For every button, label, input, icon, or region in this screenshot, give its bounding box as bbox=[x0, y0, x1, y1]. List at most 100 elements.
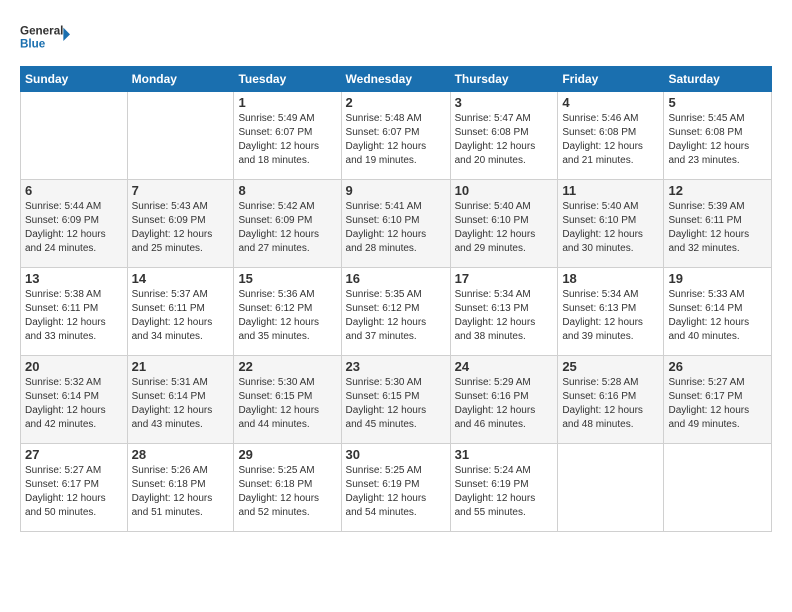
day-number: 17 bbox=[455, 271, 554, 286]
cell-w5-d6 bbox=[664, 444, 772, 532]
day-number: 25 bbox=[562, 359, 659, 374]
day-number: 26 bbox=[668, 359, 767, 374]
day-info: Sunrise: 5:29 AM Sunset: 6:16 PM Dayligh… bbox=[455, 376, 554, 432]
day-info: Sunrise: 5:32 AM Sunset: 6:14 PM Dayligh… bbox=[25, 376, 123, 432]
cell-w2-d0: 6 Sunrise: 5:44 AM Sunset: 6:09 PM Daylig… bbox=[21, 180, 128, 268]
logo-svg: General Blue bbox=[20, 16, 70, 56]
day-info: Sunrise: 5:28 AM Sunset: 6:16 PM Dayligh… bbox=[562, 376, 659, 432]
day-number: 9 bbox=[346, 183, 446, 198]
header-tuesday: Tuesday bbox=[234, 67, 341, 92]
day-info: Sunrise: 5:25 AM Sunset: 6:18 PM Dayligh… bbox=[238, 464, 336, 520]
day-number: 12 bbox=[668, 183, 767, 198]
day-info: Sunrise: 5:40 AM Sunset: 6:10 PM Dayligh… bbox=[562, 200, 659, 256]
day-info: Sunrise: 5:25 AM Sunset: 6:19 PM Dayligh… bbox=[346, 464, 446, 520]
header-saturday: Saturday bbox=[664, 67, 772, 92]
week-row-1: 1Sunrise: 5:49 AM Sunset: 6:07 PM Daylig… bbox=[21, 92, 772, 180]
day-info: Sunrise: 5:34 AM Sunset: 6:13 PM Dayligh… bbox=[562, 288, 659, 344]
day-number: 5 bbox=[668, 95, 767, 110]
header-monday: Monday bbox=[127, 67, 234, 92]
cell-w5-d0: 27 Sunrise: 5:27 AM Sunset: 6:17 PM Dayli… bbox=[21, 444, 128, 532]
cell-w4-d0: 20 Sunrise: 5:32 AM Sunset: 6:14 PM Dayli… bbox=[21, 356, 128, 444]
day-info: Sunrise: 5:35 AM Sunset: 6:12 PM Dayligh… bbox=[346, 288, 446, 344]
day-number: 20 bbox=[25, 359, 123, 374]
day-number: 7 bbox=[132, 183, 230, 198]
day-info: Sunrise: 5:49 AM Sunset: 6:07 PM Dayligh… bbox=[238, 112, 336, 168]
cell-w3-d0: 13 Sunrise: 5:38 AM Sunset: 6:11 PM Dayli… bbox=[21, 268, 128, 356]
cell-w5-d5 bbox=[558, 444, 664, 532]
calendar-table: SundayMondayTuesdayWednesdayThursdayFrid… bbox=[20, 66, 772, 532]
cell-w2-d1: 7 Sunrise: 5:43 AM Sunset: 6:09 PM Daylig… bbox=[127, 180, 234, 268]
day-number: 3 bbox=[455, 95, 554, 110]
day-info: Sunrise: 5:45 AM Sunset: 6:08 PM Dayligh… bbox=[668, 112, 767, 168]
day-info: Sunrise: 5:43 AM Sunset: 6:09 PM Dayligh… bbox=[132, 200, 230, 256]
day-number: 14 bbox=[132, 271, 230, 286]
day-info: Sunrise: 5:30 AM Sunset: 6:15 PM Dayligh… bbox=[238, 376, 336, 432]
header-friday: Friday bbox=[558, 67, 664, 92]
cell-w2-d4: 10Sunrise: 5:40 AM Sunset: 6:10 PM Dayli… bbox=[450, 180, 558, 268]
cell-w4-d2: 22Sunrise: 5:30 AM Sunset: 6:15 PM Dayli… bbox=[234, 356, 341, 444]
day-info: Sunrise: 5:26 AM Sunset: 6:18 PM Dayligh… bbox=[132, 464, 230, 520]
cell-w4-d3: 23 Sunrise: 5:30 AM Sunset: 6:15 PM Dayli… bbox=[341, 356, 450, 444]
day-number: 8 bbox=[238, 183, 336, 198]
svg-text:Blue: Blue bbox=[20, 38, 46, 51]
day-info: Sunrise: 5:24 AM Sunset: 6:19 PM Dayligh… bbox=[455, 464, 554, 520]
cell-w1-d3: 2 Sunrise: 5:48 AM Sunset: 6:07 PM Daylig… bbox=[341, 92, 450, 180]
cell-w2-d6: 12 Sunrise: 5:39 AM Sunset: 6:11 PM Dayli… bbox=[664, 180, 772, 268]
day-number: 18 bbox=[562, 271, 659, 286]
day-info: Sunrise: 5:27 AM Sunset: 6:17 PM Dayligh… bbox=[668, 376, 767, 432]
cell-w2-d2: 8Sunrise: 5:42 AM Sunset: 6:09 PM Daylig… bbox=[234, 180, 341, 268]
day-number: 4 bbox=[562, 95, 659, 110]
day-number: 23 bbox=[346, 359, 446, 374]
day-info: Sunrise: 5:44 AM Sunset: 6:09 PM Dayligh… bbox=[25, 200, 123, 256]
day-info: Sunrise: 5:39 AM Sunset: 6:11 PM Dayligh… bbox=[668, 200, 767, 256]
cell-w4-d5: 25 Sunrise: 5:28 AM Sunset: 6:16 PM Dayli… bbox=[558, 356, 664, 444]
cell-w3-d4: 17Sunrise: 5:34 AM Sunset: 6:13 PM Dayli… bbox=[450, 268, 558, 356]
cell-w1-d5: 4 Sunrise: 5:46 AM Sunset: 6:08 PM Daylig… bbox=[558, 92, 664, 180]
day-number: 2 bbox=[346, 95, 446, 110]
cell-w3-d5: 18 Sunrise: 5:34 AM Sunset: 6:13 PM Dayli… bbox=[558, 268, 664, 356]
cell-w2-d3: 9Sunrise: 5:41 AM Sunset: 6:10 PM Daylig… bbox=[341, 180, 450, 268]
cell-w1-d0 bbox=[21, 92, 128, 180]
cell-w1-d2: 1Sunrise: 5:49 AM Sunset: 6:07 PM Daylig… bbox=[234, 92, 341, 180]
day-number: 15 bbox=[238, 271, 336, 286]
day-number: 21 bbox=[132, 359, 230, 374]
cell-w5-d3: 30Sunrise: 5:25 AM Sunset: 6:19 PM Dayli… bbox=[341, 444, 450, 532]
day-info: Sunrise: 5:47 AM Sunset: 6:08 PM Dayligh… bbox=[455, 112, 554, 168]
cell-w1-d4: 3 Sunrise: 5:47 AM Sunset: 6:08 PM Daylig… bbox=[450, 92, 558, 180]
cell-w5-d1: 28 Sunrise: 5:26 AM Sunset: 6:18 PM Dayli… bbox=[127, 444, 234, 532]
header-thursday: Thursday bbox=[450, 67, 558, 92]
logo: General Blue bbox=[20, 16, 70, 56]
cell-w3-d3: 16 Sunrise: 5:35 AM Sunset: 6:12 PM Dayli… bbox=[341, 268, 450, 356]
day-number: 29 bbox=[238, 447, 336, 462]
header-sunday: Sunday bbox=[21, 67, 128, 92]
day-number: 13 bbox=[25, 271, 123, 286]
cell-w3-d6: 19Sunrise: 5:33 AM Sunset: 6:14 PM Dayli… bbox=[664, 268, 772, 356]
cell-w4-d1: 21Sunrise: 5:31 AM Sunset: 6:14 PM Dayli… bbox=[127, 356, 234, 444]
day-info: Sunrise: 5:46 AM Sunset: 6:08 PM Dayligh… bbox=[562, 112, 659, 168]
svg-text:General: General bbox=[20, 24, 63, 37]
day-number: 27 bbox=[25, 447, 123, 462]
cell-w1-d6: 5 Sunrise: 5:45 AM Sunset: 6:08 PM Daylig… bbox=[664, 92, 772, 180]
cell-w2-d5: 11Sunrise: 5:40 AM Sunset: 6:10 PM Dayli… bbox=[558, 180, 664, 268]
day-number: 28 bbox=[132, 447, 230, 462]
day-info: Sunrise: 5:36 AM Sunset: 6:12 PM Dayligh… bbox=[238, 288, 336, 344]
cell-w5-d4: 31 Sunrise: 5:24 AM Sunset: 6:19 PM Dayli… bbox=[450, 444, 558, 532]
week-row-3: 13 Sunrise: 5:38 AM Sunset: 6:11 PM Dayli… bbox=[21, 268, 772, 356]
day-info: Sunrise: 5:48 AM Sunset: 6:07 PM Dayligh… bbox=[346, 112, 446, 168]
day-number: 16 bbox=[346, 271, 446, 286]
cell-w4-d6: 26 Sunrise: 5:27 AM Sunset: 6:17 PM Dayli… bbox=[664, 356, 772, 444]
week-row-5: 27 Sunrise: 5:27 AM Sunset: 6:17 PM Dayli… bbox=[21, 444, 772, 532]
day-number: 24 bbox=[455, 359, 554, 374]
day-info: Sunrise: 5:27 AM Sunset: 6:17 PM Dayligh… bbox=[25, 464, 123, 520]
day-info: Sunrise: 5:37 AM Sunset: 6:11 PM Dayligh… bbox=[132, 288, 230, 344]
day-info: Sunrise: 5:38 AM Sunset: 6:11 PM Dayligh… bbox=[25, 288, 123, 344]
day-number: 31 bbox=[455, 447, 554, 462]
week-row-4: 20 Sunrise: 5:32 AM Sunset: 6:14 PM Dayli… bbox=[21, 356, 772, 444]
cell-w1-d1 bbox=[127, 92, 234, 180]
day-info: Sunrise: 5:30 AM Sunset: 6:15 PM Dayligh… bbox=[346, 376, 446, 432]
day-number: 10 bbox=[455, 183, 554, 198]
day-number: 6 bbox=[25, 183, 123, 198]
day-info: Sunrise: 5:33 AM Sunset: 6:14 PM Dayligh… bbox=[668, 288, 767, 344]
header-wednesday: Wednesday bbox=[341, 67, 450, 92]
week-row-2: 6 Sunrise: 5:44 AM Sunset: 6:09 PM Daylig… bbox=[21, 180, 772, 268]
